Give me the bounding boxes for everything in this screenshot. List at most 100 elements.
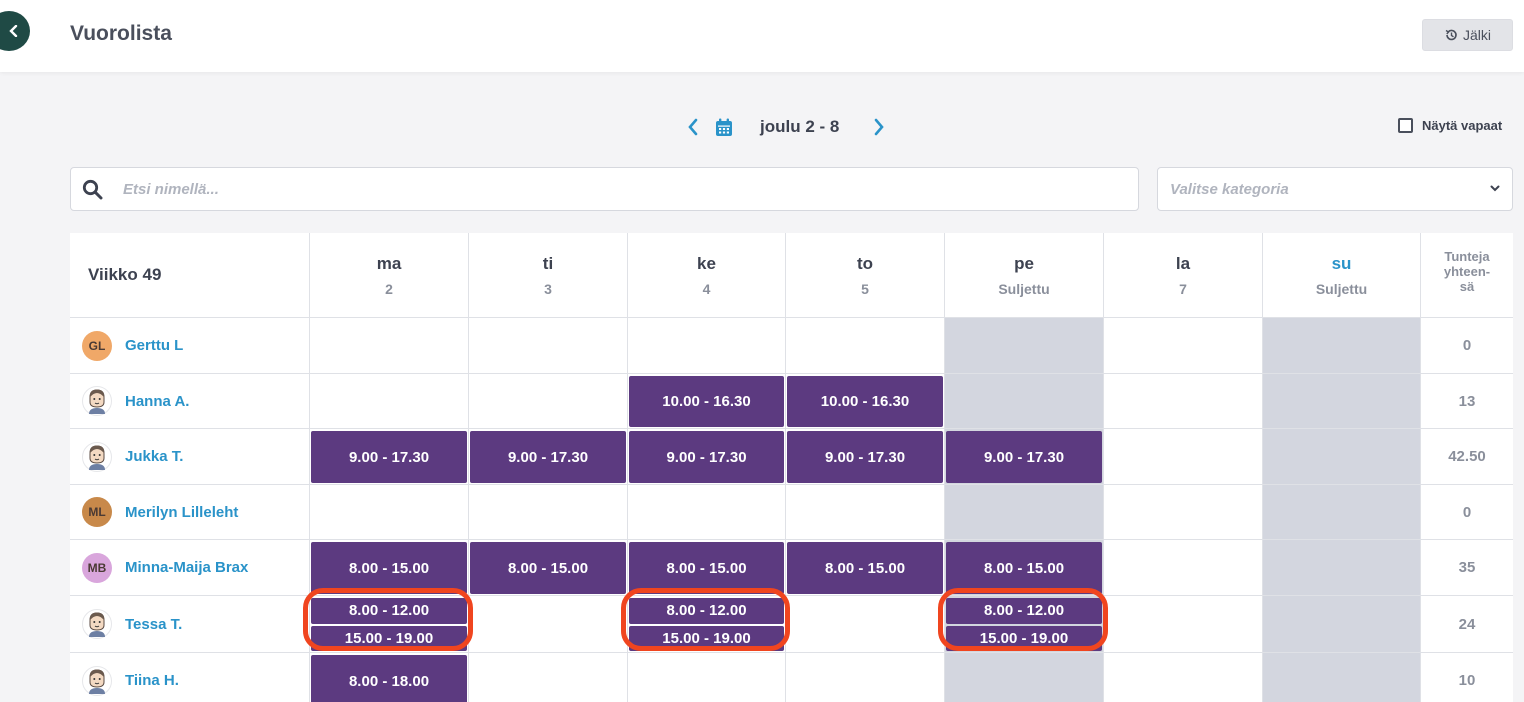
avatar (82, 609, 112, 639)
chevron-left-icon (688, 118, 698, 136)
category-select[interactable]: Valitse kategoria (1157, 167, 1513, 211)
day-subtitle: 7 (1179, 281, 1187, 297)
shift-block[interactable]: 10.00 - 16.30 (787, 376, 943, 427)
day-name: ti (542, 254, 554, 273)
show-free-toggle[interactable]: Näytä vapaat (1398, 118, 1502, 133)
shift-block[interactable]: 15.00 - 19.00 (946, 625, 1102, 651)
top-bar: Vuorolista Jälki (0, 0, 1524, 72)
day-cell-tue[interactable] (469, 485, 628, 540)
day-cell-sat[interactable] (1104, 485, 1263, 540)
avatar: GL (82, 330, 112, 361)
shift-block[interactable]: 8.00 - 15.00 (311, 542, 467, 594)
day-cell-fri (945, 318, 1104, 374)
day-cell-mon[interactable] (310, 485, 469, 540)
day-cell-thu[interactable] (786, 485, 945, 540)
day-name: pe (1014, 254, 1034, 273)
total-hours-value: 13 (1421, 374, 1513, 429)
day-cell-sun (1263, 374, 1421, 429)
shift-block[interactable]: 9.00 - 17.30 (470, 431, 626, 483)
employee-name-link[interactable]: Jukka T. (125, 448, 183, 465)
shift-block[interactable]: 8.00 - 15.00 (629, 542, 784, 594)
avatar (82, 386, 112, 416)
person-avatar-icon (86, 388, 108, 414)
chevron-left-icon (9, 25, 18, 37)
shift-block[interactable]: 15.00 - 19.00 (311, 625, 467, 651)
day-cell-sun (1263, 429, 1421, 485)
shift-block[interactable]: 8.00 - 12.00 (311, 598, 467, 624)
employee-name-cell: ML Merilyn Lilleleht (70, 485, 310, 540)
day-name: su (1331, 254, 1352, 273)
day-cell-sun (1263, 485, 1421, 540)
day-cell-thu[interactable] (786, 653, 945, 702)
day-cell-sat[interactable] (1104, 318, 1263, 374)
shift-block[interactable]: 8.00 - 15.00 (470, 542, 626, 594)
day-cell-tue[interactable] (469, 374, 628, 429)
day-cell-mon[interactable] (310, 374, 469, 429)
day-cell-sun (1263, 540, 1421, 596)
day-header-thu: to 5 (786, 233, 945, 318)
employee-name-cell: Tessa T. (70, 596, 310, 653)
show-free-checkbox[interactable] (1398, 118, 1413, 133)
next-week-button[interactable] (869, 115, 889, 139)
shift-block[interactable]: 8.00 - 15.00 (787, 542, 943, 594)
total-hours-value: 0 (1421, 485, 1513, 540)
day-cell-sat[interactable] (1104, 596, 1263, 653)
day-name: ke (697, 254, 716, 273)
shift-block[interactable]: 9.00 - 17.30 (946, 431, 1102, 483)
previous-week-button[interactable] (683, 115, 703, 139)
employee-name-link[interactable]: Minna-Maija Brax (125, 559, 248, 576)
schedule-table: Viikko 49 ma 2 ti 3 ke 4 to 5 pe Suljettu la 7 su Sulj… (70, 233, 1513, 702)
day-cell-wed[interactable] (628, 318, 786, 374)
category-select-placeholder: Valitse kategoria (1170, 181, 1289, 198)
day-cell-sat[interactable] (1104, 374, 1263, 429)
shift-block[interactable]: 15.00 - 19.00 (629, 625, 784, 651)
day-cell-wed[interactable] (628, 653, 786, 702)
shift-block[interactable]: 9.00 - 17.30 (311, 431, 467, 483)
employee-name-link[interactable]: Tiina H. (125, 672, 179, 689)
day-header-mon: ma 2 (310, 233, 469, 318)
day-cell-sat[interactable] (1104, 653, 1263, 702)
shift-block[interactable]: 10.00 - 16.30 (629, 376, 784, 427)
shift-block[interactable]: 8.00 - 12.00 (629, 598, 784, 624)
history-button-label: Jälki (1462, 27, 1491, 43)
shift-block[interactable]: 8.00 - 12.00 (946, 598, 1102, 624)
day-cell-mon[interactable] (310, 318, 469, 374)
week-header-cell: Viikko 49 (70, 233, 310, 318)
week-navigator: joulu 2 - 8 (683, 112, 889, 142)
day-cell-sat[interactable] (1104, 429, 1263, 485)
day-header-fri: pe Suljettu (945, 233, 1104, 318)
total-hours-header-line: yhteen- (1443, 264, 1491, 279)
day-cell-wed[interactable] (628, 485, 786, 540)
total-hours-value: 35 (1421, 540, 1513, 596)
day-cell-tue[interactable] (469, 318, 628, 374)
total-hours-value: 10 (1421, 653, 1513, 702)
history-button[interactable]: Jälki (1422, 19, 1513, 51)
employee-name-link[interactable]: Tessa T. (125, 616, 182, 633)
total-hours-value: 42.50 (1421, 429, 1513, 485)
back-button[interactable] (0, 11, 30, 51)
day-header-sun: su Suljettu (1263, 233, 1421, 318)
calendar-icon[interactable] (715, 117, 735, 137)
total-hours-header: Tunteja yhteen-sä (1421, 233, 1513, 318)
day-cell-thu[interactable] (786, 318, 945, 374)
employee-name-cell: MB Minna-Maija Brax (70, 540, 310, 596)
day-cell-sat[interactable] (1104, 540, 1263, 596)
day-cell-fri (945, 653, 1104, 702)
shift-block[interactable]: 8.00 - 18.00 (311, 655, 467, 702)
day-subtitle: 2 (385, 281, 393, 297)
employee-name-cell: Tiina H. (70, 653, 310, 702)
avatar (82, 665, 112, 696)
search-input[interactable] (123, 176, 1123, 202)
day-cell-tue[interactable] (469, 596, 628, 653)
chevron-right-icon (875, 118, 885, 136)
day-cell-thu[interactable] (786, 596, 945, 653)
day-cell-tue[interactable] (469, 653, 628, 702)
day-cell-fri (945, 374, 1104, 429)
shift-block[interactable]: 8.00 - 15.00 (946, 542, 1102, 594)
shift-block[interactable]: 9.00 - 17.30 (787, 431, 943, 483)
shift-block[interactable]: 9.00 - 17.30 (629, 431, 784, 483)
day-subtitle: Suljettu (998, 281, 1050, 297)
employee-name-link[interactable]: Merilyn Lilleleht (125, 504, 238, 521)
employee-name-link[interactable]: Hanna A. (125, 393, 189, 410)
employee-name-link[interactable]: Gerttu L (125, 337, 183, 354)
